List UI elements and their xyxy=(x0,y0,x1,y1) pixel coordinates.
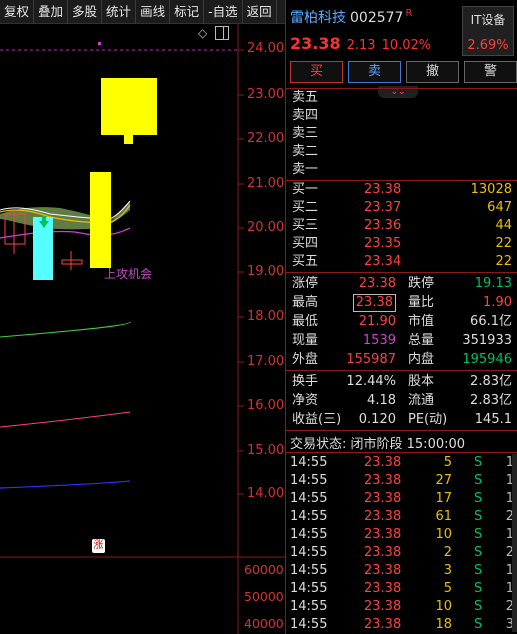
quote-panel: 雷柏科技 002577 R 23.38 2.13 10.02% IT设备 2.69% 买… xyxy=(285,0,517,634)
stat-eps: 收益(三) 0.120 xyxy=(292,412,396,427)
margin-flag: R xyxy=(405,8,413,20)
limit-marker xyxy=(98,42,101,45)
stock-code: 002577 xyxy=(350,10,404,26)
cancel-order-button[interactable]: 撤 xyxy=(406,61,459,83)
stat-float-shares: 流通 2.83亿 xyxy=(408,393,512,408)
stat-net-assets: 净资 4.18 xyxy=(292,393,396,408)
candle xyxy=(90,172,111,268)
sector-change: 2.69% xyxy=(467,38,509,53)
toolbar-overlay-button[interactable]: 叠加 xyxy=(34,0,69,24)
chart-toolbar: 复权 叠加 多股 统计 画线 标记 -自选 返回 xyxy=(0,0,285,24)
kline-svg xyxy=(0,24,285,634)
tick-row: 14:55 23.38 27 S 1 xyxy=(290,473,514,488)
ask-row: 卖一 xyxy=(292,162,319,177)
toolbar-statistics-button[interactable]: 统计 xyxy=(102,0,137,24)
split-view-icon[interactable] xyxy=(215,26,229,40)
tick-row: 14:55 23.38 5 S 1 xyxy=(290,581,514,596)
candle xyxy=(101,78,157,135)
tick-row: 14:55 23.38 61 S 2 xyxy=(290,509,514,524)
signal-annotation: 上攻机会 xyxy=(104,267,153,281)
toolbar-remove-watchlist-button[interactable]: -自选 xyxy=(204,0,243,24)
tick-row: 14:55 23.38 5 S 1 xyxy=(290,455,514,470)
bid-row: 买二 23.37 647 xyxy=(292,200,512,215)
stat-low: 最低 21.90 xyxy=(292,314,396,329)
price-tick: 16.00 xyxy=(247,398,285,413)
ask-row: 卖二 xyxy=(292,144,319,159)
stock-header: 雷柏科技 002577 R xyxy=(290,7,412,27)
price-tick: 23.00 xyxy=(247,87,285,102)
price-tick: 24.00 xyxy=(247,41,285,56)
ask-row: 卖三 xyxy=(292,126,319,141)
stat-current-volume: 现量 1539 xyxy=(292,333,396,348)
toolbar-multi-stock-button[interactable]: 多股 xyxy=(68,0,103,24)
volume-tick: 60000 xyxy=(244,562,284,577)
price-tick: 22.00 xyxy=(247,131,285,146)
bid-row: 买一 23.38 13028 xyxy=(292,182,512,197)
kline-chart[interactable]: ◇ 24.00 23.00 22.00 21.00 20.00 19.00 18… xyxy=(0,24,285,634)
bid-row: 买五 23.34 22 xyxy=(292,254,512,269)
price-tick: 18.00 xyxy=(247,309,285,324)
toolbar-back-button[interactable]: 返回 xyxy=(243,0,277,24)
tick-row: 14:55 23.38 18 S 3 xyxy=(290,617,514,632)
sell-button[interactable]: 卖 xyxy=(348,61,401,83)
stat-total-volume: 总量 351933 xyxy=(408,333,512,348)
tick-row: 14:55 23.38 3 S 1 xyxy=(290,563,514,578)
stat-turnover: 换手 12.44% xyxy=(292,374,396,389)
sector-box[interactable]: IT设备 2.69% xyxy=(462,6,514,56)
current-price: 23.38 xyxy=(290,34,341,53)
trade-status: 交易状态: 闭市阶段 15:00:00 xyxy=(290,437,466,452)
stat-limit-up: 涨停 23.38 xyxy=(292,276,396,291)
candle xyxy=(61,259,83,265)
volume-tick: 40000 xyxy=(244,616,284,631)
tick-row: 14:55 23.38 10 S 2 xyxy=(290,599,514,614)
toolbar-mark-button[interactable]: 标记 xyxy=(170,0,205,24)
diamond-icon[interactable]: ◇ xyxy=(198,26,207,40)
alert-button[interactable]: 警 xyxy=(464,61,517,83)
stat-market-cap: 市值 66.1亿 xyxy=(408,314,512,329)
price-tick: 14.00 xyxy=(247,486,285,501)
price-tick: 20.00 xyxy=(247,220,285,235)
stat-limit-down: 跌停 19.13 xyxy=(408,276,512,291)
price-row: 23.38 2.13 10.02% xyxy=(290,34,431,53)
tick-row: 14:55 23.38 10 S 1 xyxy=(290,527,514,542)
price-tick: 17.00 xyxy=(247,354,285,369)
stat-inner-volume: 内盘 195946 xyxy=(408,352,512,367)
ask-row: 卖五 xyxy=(292,90,319,105)
bid-row: 买三 23.36 44 xyxy=(292,218,512,233)
toolbar-draw-line-button[interactable]: 画线 xyxy=(136,0,171,24)
bid-row: 买四 23.35 22 xyxy=(292,236,512,251)
tick-scrollbar[interactable] xyxy=(512,454,517,632)
stat-pe: PE(动) 145.1 xyxy=(408,412,512,427)
volume-tick: 50000 xyxy=(244,589,284,604)
price-tick: 21.00 xyxy=(247,176,285,191)
stock-name: 雷柏科技 xyxy=(290,10,346,26)
buy-button[interactable]: 买 xyxy=(290,61,343,83)
limit-up-badge: 涨 xyxy=(92,539,105,553)
sector-name: IT设备 xyxy=(470,13,506,27)
stat-volume-ratio: 量比 1.90 xyxy=(408,295,512,310)
stat-equity: 股本 2.83亿 xyxy=(408,374,512,389)
price-change-pct: 10.02% xyxy=(381,38,432,53)
trade-buttons: 买 卖 撤 警 xyxy=(290,61,517,83)
price-tick: 19.00 xyxy=(247,264,285,279)
ask-row: 卖四 xyxy=(292,108,319,123)
toolbar-restore-rights-button[interactable]: 复权 xyxy=(0,0,35,24)
stat-outer-volume: 外盘 155987 xyxy=(292,352,396,367)
price-change: 2.13 xyxy=(346,38,376,53)
tick-row: 14:55 23.38 2 S 2 xyxy=(290,545,514,560)
price-tick: 15.00 xyxy=(247,443,285,458)
tick-row: 14:55 23.38 17 S 1 xyxy=(290,491,514,506)
stat-high: 最高 23.38 xyxy=(292,293,396,312)
